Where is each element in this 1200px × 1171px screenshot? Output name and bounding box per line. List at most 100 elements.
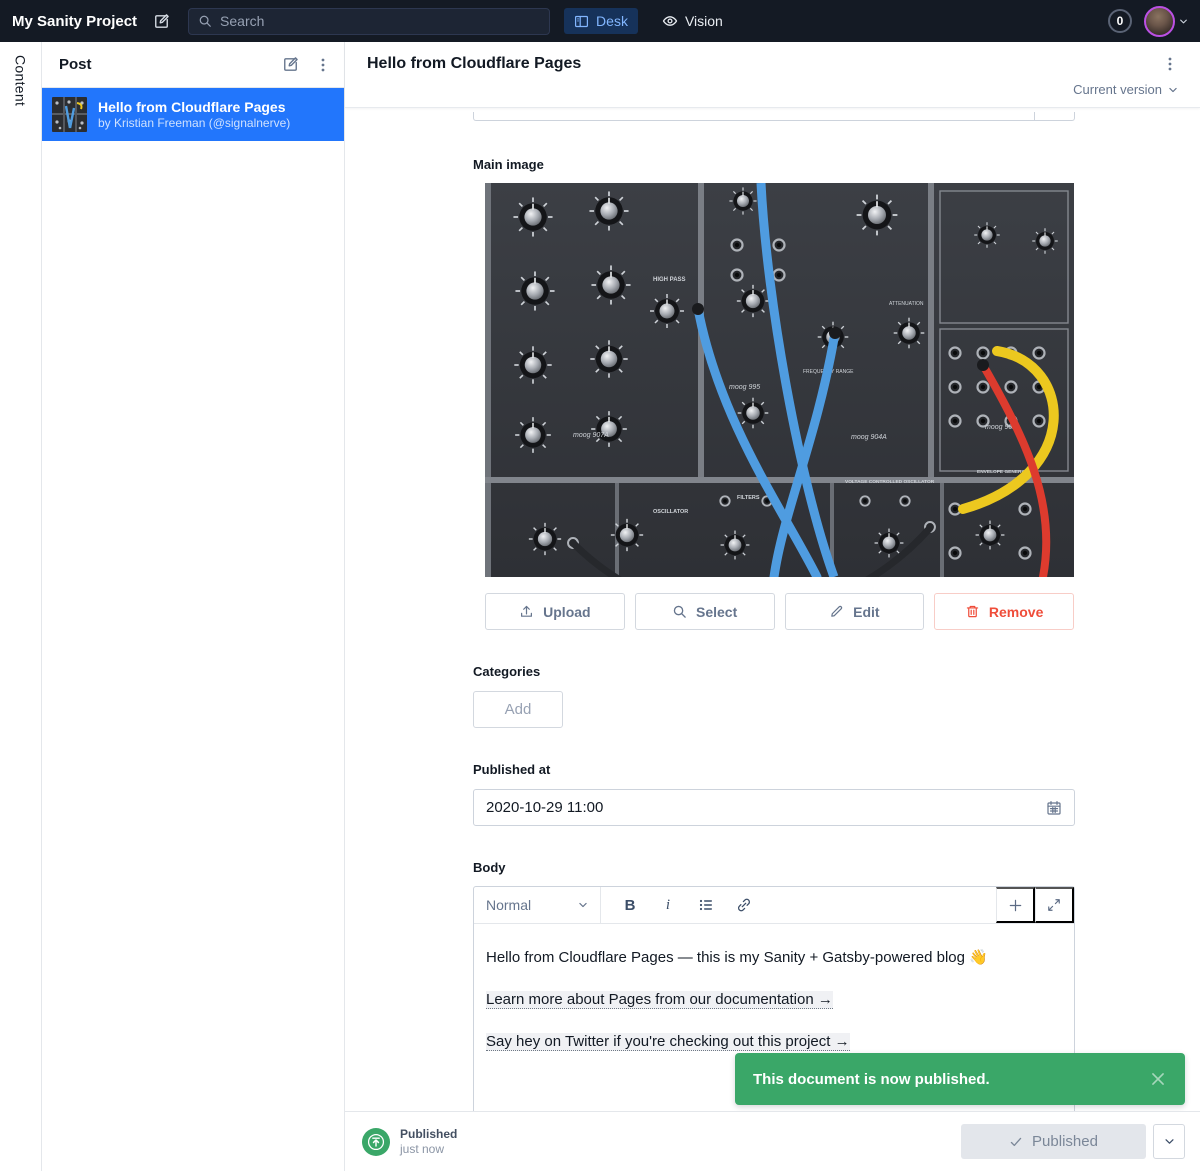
toast-close-icon[interactable] [1149, 1070, 1167, 1088]
svg-text:moog 904A: moog 904A [851, 434, 887, 441]
text-style-value: Normal [486, 897, 531, 913]
document-header: Hello from Cloudflare Pages Current vers… [345, 42, 1200, 108]
published-button-label: Published [1032, 1133, 1098, 1150]
insert-block-button[interactable] [996, 887, 1035, 923]
tab-vision-label: Vision [685, 13, 723, 29]
italic-button[interactable]: i [649, 887, 687, 923]
status-time: just now [400, 1142, 457, 1156]
publish-menu-button[interactable] [1153, 1124, 1185, 1159]
new-document-button[interactable] [153, 13, 170, 30]
post-panel-menu-button[interactable] [315, 57, 331, 73]
user-avatar[interactable] [1144, 6, 1175, 37]
field-label-body: Body [473, 860, 1075, 875]
chevron-down-icon [1164, 1136, 1175, 1147]
chevron-down-icon [1168, 85, 1178, 95]
content-rail[interactable]: Content [0, 42, 42, 1171]
body-paragraph: Learn more about Pages from our document… [486, 989, 1062, 1010]
post-thumbnail [52, 97, 87, 132]
compose-icon [153, 13, 170, 30]
content-rail-label: Content [13, 55, 29, 1171]
document-panel: Hello from Cloudflare Pages Current vers… [345, 42, 1200, 1171]
body-paragraph: Say hey on Twitter if you're checking ou… [486, 1031, 1062, 1052]
bullet-list-button[interactable] [687, 887, 725, 923]
add-category-button[interactable]: Add [473, 691, 563, 728]
post-panel-header: Post [42, 42, 344, 88]
field-label-categories: Categories [473, 664, 1075, 679]
bold-button[interactable]: B [611, 887, 649, 923]
upload-icon [519, 604, 534, 619]
document-menu-button[interactable] [1162, 56, 1178, 72]
list-item-post[interactable]: Hello from Cloudflare Pages by Kristian … [42, 88, 344, 141]
post-item-subtitle: by Kristian Freeman (@signalnerve) [98, 116, 290, 131]
fullscreen-button[interactable] [1035, 887, 1074, 923]
expand-icon [1047, 898, 1061, 912]
published-at-input[interactable] [486, 799, 1046, 816]
publish-status-text: Published just now [400, 1127, 457, 1156]
version-label: Current version [1073, 82, 1162, 97]
published-at-field [473, 789, 1075, 826]
trash-icon [965, 604, 980, 619]
check-icon [1009, 1135, 1023, 1149]
text-style-select[interactable]: Normal [474, 887, 601, 923]
editor-toolbar: Normal B i [474, 887, 1074, 924]
document-scroll-area: Main image [345, 112, 1200, 1111]
svg-text:VOLTAGE CONTROLLED OSCILLATOR: VOLTAGE CONTROLLED OSCILLATOR [845, 479, 935, 485]
project-title[interactable]: My Sanity Project [12, 13, 137, 30]
toast-message: This document is now published. [753, 1071, 990, 1088]
main-image-photo[interactable]: HIGH PASS FREQUENCY RANGE ATTENUATION mo… [485, 183, 1074, 577]
field-label-main-image: Main image [473, 157, 1075, 172]
main-area: Content Post [0, 42, 1200, 1171]
chevron-down-icon [578, 900, 588, 910]
tab-desk-label: Desk [596, 13, 628, 29]
search-input[interactable] [220, 13, 540, 29]
pencil-icon [829, 604, 844, 619]
body-paragraph: Hello from Cloudflare Pages — this is my… [486, 947, 1062, 968]
published-button[interactable]: Published [961, 1124, 1146, 1159]
clipped-field-divider [1034, 112, 1035, 120]
version-selector[interactable]: Current version [367, 73, 1178, 107]
presence-count-badge[interactable]: 0 [1108, 9, 1132, 33]
link-button[interactable] [725, 887, 763, 923]
toolbar-spacer [763, 887, 996, 923]
select-button[interactable]: Select [635, 593, 775, 630]
svg-text:HIGH PASS: HIGH PASS [653, 277, 686, 283]
select-label: Select [696, 604, 737, 620]
post-item-title: Hello from Cloudflare Pages [98, 98, 290, 116]
clipped-field-input[interactable] [473, 112, 1075, 121]
search-icon [672, 604, 687, 619]
dots-vertical-icon [315, 57, 331, 73]
body-link-documentation[interactable]: Learn more about Pages from our document… [486, 991, 833, 1009]
svg-text:OSCILLATOR: OSCILLATOR [653, 509, 688, 515]
tab-vision[interactable]: Vision [652, 8, 733, 34]
compose-icon [282, 56, 299, 73]
list-icon [698, 897, 714, 913]
svg-text:moog 995: moog 995 [729, 384, 760, 391]
publish-toast: This document is now published. [735, 1053, 1185, 1105]
field-label-published-at: Published at [473, 762, 1075, 777]
format-buttons: B i [601, 887, 763, 923]
svg-text:ATTENUATION: ATTENUATION [889, 301, 924, 307]
body-link-twitter[interactable]: Say hey on Twitter if you're checking ou… [486, 1033, 850, 1051]
document-footer: Published just now Published [345, 1111, 1200, 1171]
remove-label: Remove [989, 604, 1043, 620]
edit-label: Edit [853, 604, 879, 620]
user-menu-chevron-icon[interactable] [1179, 17, 1188, 26]
top-navbar: My Sanity Project Desk [0, 0, 1200, 42]
plus-icon [1008, 898, 1023, 913]
desk-icon [574, 14, 589, 29]
link-icon [736, 897, 752, 913]
edit-button[interactable]: Edit [785, 593, 925, 630]
post-list-panel: Post [42, 42, 345, 1171]
svg-text:FILTERS: FILTERS [737, 495, 760, 501]
eye-icon [662, 13, 678, 29]
document-title: Hello from Cloudflare Pages [367, 55, 1162, 73]
svg-text:moog 907A: moog 907A [573, 432, 609, 439]
upload-button[interactable]: Upload [485, 593, 625, 630]
post-panel-title: Post [59, 56, 266, 73]
tab-desk[interactable]: Desk [564, 8, 638, 34]
status-label: Published [400, 1127, 457, 1142]
create-post-button[interactable] [282, 56, 299, 73]
remove-button[interactable]: Remove [934, 593, 1074, 630]
search-icon [198, 14, 212, 28]
search-field [188, 8, 550, 35]
